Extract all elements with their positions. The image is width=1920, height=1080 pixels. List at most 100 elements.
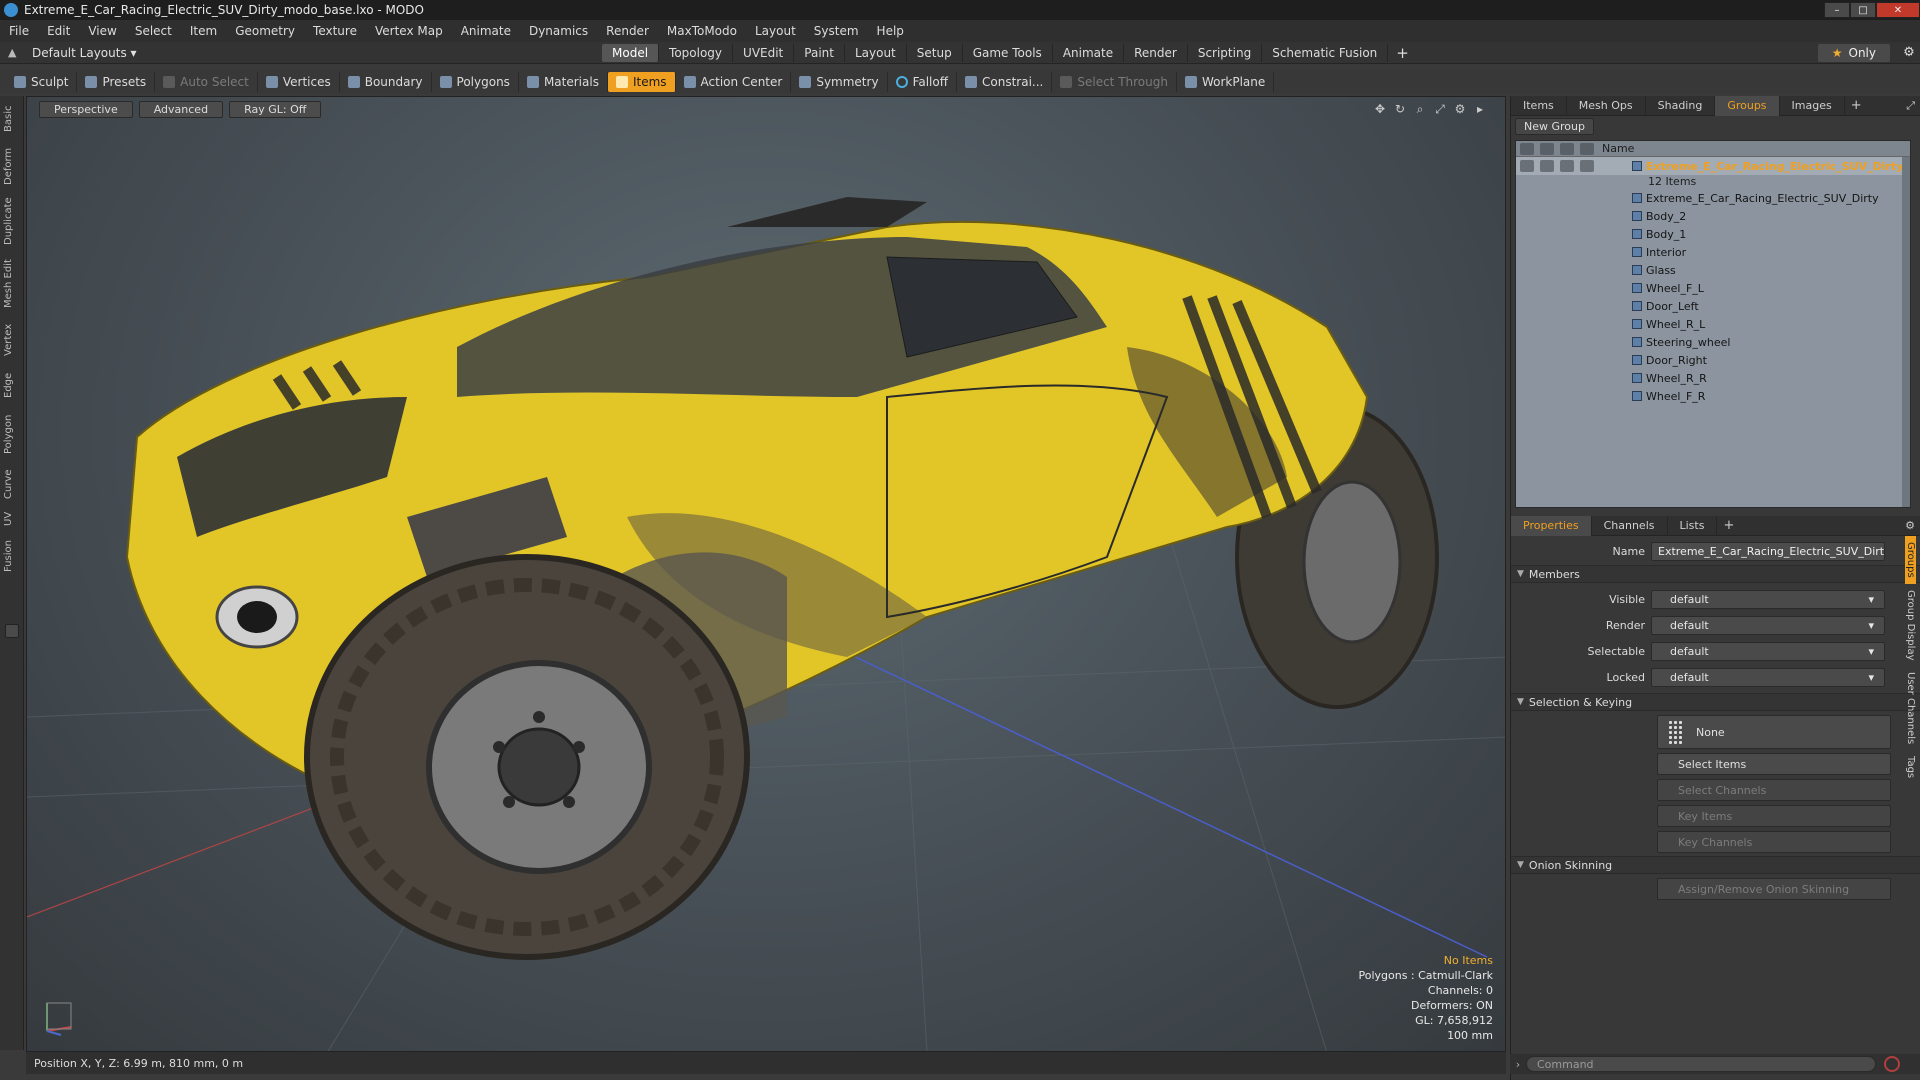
items-button[interactable]: Items [607,72,676,92]
polygons-button[interactable]: Polygons [432,72,519,92]
strip-tab-vertex[interactable]: Vertex [3,320,21,360]
viewport-settings-icon[interactable]: ⚙ [1453,102,1467,116]
tab-game-tools[interactable]: Game Tools [963,43,1053,62]
tab-shading[interactable]: Shading [1646,95,1716,116]
menu-view[interactable]: View [79,24,125,38]
layout-preset-dropdown[interactable]: Default Layouts ▾ [32,46,602,60]
menu-vertex-map[interactable]: Vertex Map [366,24,452,38]
strip-expand-button[interactable] [5,624,19,638]
only-toggle-button[interactable]: ★ Only [1817,43,1890,62]
strip-tab-basic[interactable]: Basic [3,104,21,134]
new-group-button[interactable]: New Group [1515,118,1594,135]
lock-icon[interactable] [1560,160,1574,172]
list-item[interactable]: Wheel_R_L [1516,315,1910,333]
stop-icon[interactable] [1884,1056,1900,1072]
falloff-button[interactable]: Falloff [888,72,957,92]
rotate-icon[interactable]: ↻ [1393,102,1407,116]
tab-groups[interactable]: Groups [1715,95,1780,116]
strip-tab-deform[interactable]: Deform [3,146,21,186]
tree-scrollbar[interactable] [1902,157,1910,507]
select-icon[interactable] [1580,160,1594,172]
viewport-menu-icon[interactable]: ▸ [1473,102,1487,116]
select-items-button[interactable]: Select Items [1657,753,1891,775]
selectable-dropdown[interactable]: default ▾ [1651,641,1885,661]
name-field[interactable]: Extreme_E_Car_Racing_Electric_SUV_Dirty … [1651,541,1885,561]
members-section[interactable]: ▼ Members [1511,565,1920,583]
action-center-button[interactable]: Action Center [676,72,792,92]
command-input[interactable]: Command [1526,1056,1876,1072]
select-channels-button[interactable]: Select Channels [1657,779,1891,801]
layout-toggle-icon[interactable]: ▲ [8,46,20,59]
menu-animate[interactable]: Animate [452,24,520,38]
strip-tab-curve[interactable]: Curve [3,466,21,502]
menu-edit[interactable]: Edit [38,24,79,38]
3d-viewport[interactable]: Perspective Advanced Ray GL: Off ✥ ↻ ⌕ ⤢… [26,96,1506,1052]
menu-item[interactable]: Item [181,24,226,38]
sculpt-button[interactable]: Sculpt [6,72,78,92]
select-through-button[interactable]: Select Through [1052,72,1177,92]
tab-images[interactable]: Images [1780,95,1845,116]
tab-render[interactable]: Render [1124,43,1188,62]
menu-layout[interactable]: Layout [746,24,805,38]
render-icon[interactable] [1540,160,1554,172]
tab-paint[interactable]: Paint [794,43,845,62]
side-tab-group-display[interactable]: Group Display [1905,584,1916,666]
workplane-button[interactable]: WorkPlane [1177,72,1275,92]
strip-tab-duplicate[interactable]: Duplicate [3,196,21,246]
list-item[interactable]: Wheel_R_R [1516,369,1910,387]
side-tab-groups[interactable]: Groups [1905,536,1916,584]
onion-skinning-section[interactable]: ▼ Onion Skinning [1511,856,1920,874]
tab-uvedit[interactable]: UVEdit [733,43,795,62]
maximize-button[interactable]: □ [1850,2,1876,18]
visibility-column-icon[interactable] [1520,142,1534,155]
properties-settings-icon[interactable]: ⚙ [1905,519,1915,532]
list-item[interactable]: Door_Right [1516,351,1910,369]
raygl-button[interactable]: Ray GL: Off [229,101,322,118]
key-channels-button[interactable]: Key Channels [1657,831,1891,853]
eye-icon[interactable] [1520,160,1534,172]
gear-icon[interactable]: ⚙ [1898,45,1920,60]
menu-help[interactable]: Help [868,24,913,38]
auto-select-button[interactable]: Auto Select [155,72,258,92]
menu-geometry[interactable]: Geometry [226,24,304,38]
strip-tab-edge[interactable]: Edge [3,368,21,402]
add-tab-icon[interactable]: + [1396,44,1409,62]
view-mode-button[interactable]: Perspective [39,101,133,118]
strip-tab-mesh-edit[interactable]: Mesh Edit [3,256,21,312]
tab-scripting[interactable]: Scripting [1188,43,1263,62]
menu-system[interactable]: System [805,24,868,38]
list-item[interactable]: Steering_wheel [1516,333,1910,351]
pan-icon[interactable]: ✥ [1373,102,1387,116]
command-history-icon[interactable]: › [1510,1058,1526,1071]
constraints-button[interactable]: Constrai... [957,72,1053,92]
menu-file[interactable]: File [0,24,38,38]
none-selector-button[interactable]: None [1657,715,1891,749]
onion-skinning-button[interactable]: Assign/Remove Onion Skinning [1657,878,1891,900]
list-item[interactable]: Interior [1516,243,1910,261]
group-root-row[interactable]: Extreme_E_Car_Racing_Electric_SUV_Dirty [1516,157,1910,175]
minimize-button[interactable]: – [1824,2,1850,18]
selection-keying-section[interactable]: ▼ Selection & Keying [1511,693,1920,711]
strip-tab-fusion[interactable]: Fusion [3,536,21,576]
render-column-icon[interactable] [1540,142,1554,155]
materials-button[interactable]: Materials [519,72,608,92]
menu-maxtomodo[interactable]: MaxToModo [658,24,746,38]
list-item[interactable]: Body_1 [1516,225,1910,243]
name-column-header[interactable]: Name [1602,142,1634,155]
strip-tab-uv[interactable]: UV [3,508,21,530]
strip-tab-polygon[interactable]: Polygon [3,410,21,458]
tab-layout[interactable]: Layout [845,43,907,62]
tab-topology[interactable]: Topology [659,43,734,62]
close-button[interactable]: ✕ [1876,2,1920,18]
tab-items[interactable]: Items [1511,95,1567,116]
tab-setup[interactable]: Setup [907,43,963,62]
vertices-button[interactable]: Vertices [258,72,340,92]
add-panel-tab-icon[interactable]: + [1851,98,1862,113]
tab-model[interactable]: Model [602,43,660,62]
tab-properties[interactable]: Properties [1511,515,1592,536]
tab-schematic-fusion[interactable]: Schematic Fusion [1262,43,1389,62]
side-tab-user-channels[interactable]: User Channels [1905,666,1916,750]
add-properties-tab-icon[interactable]: + [1723,518,1734,533]
locked-dropdown[interactable]: default ▾ [1651,667,1885,687]
list-item[interactable]: Extreme_E_Car_Racing_Electric_SUV_Dirty [1516,189,1910,207]
